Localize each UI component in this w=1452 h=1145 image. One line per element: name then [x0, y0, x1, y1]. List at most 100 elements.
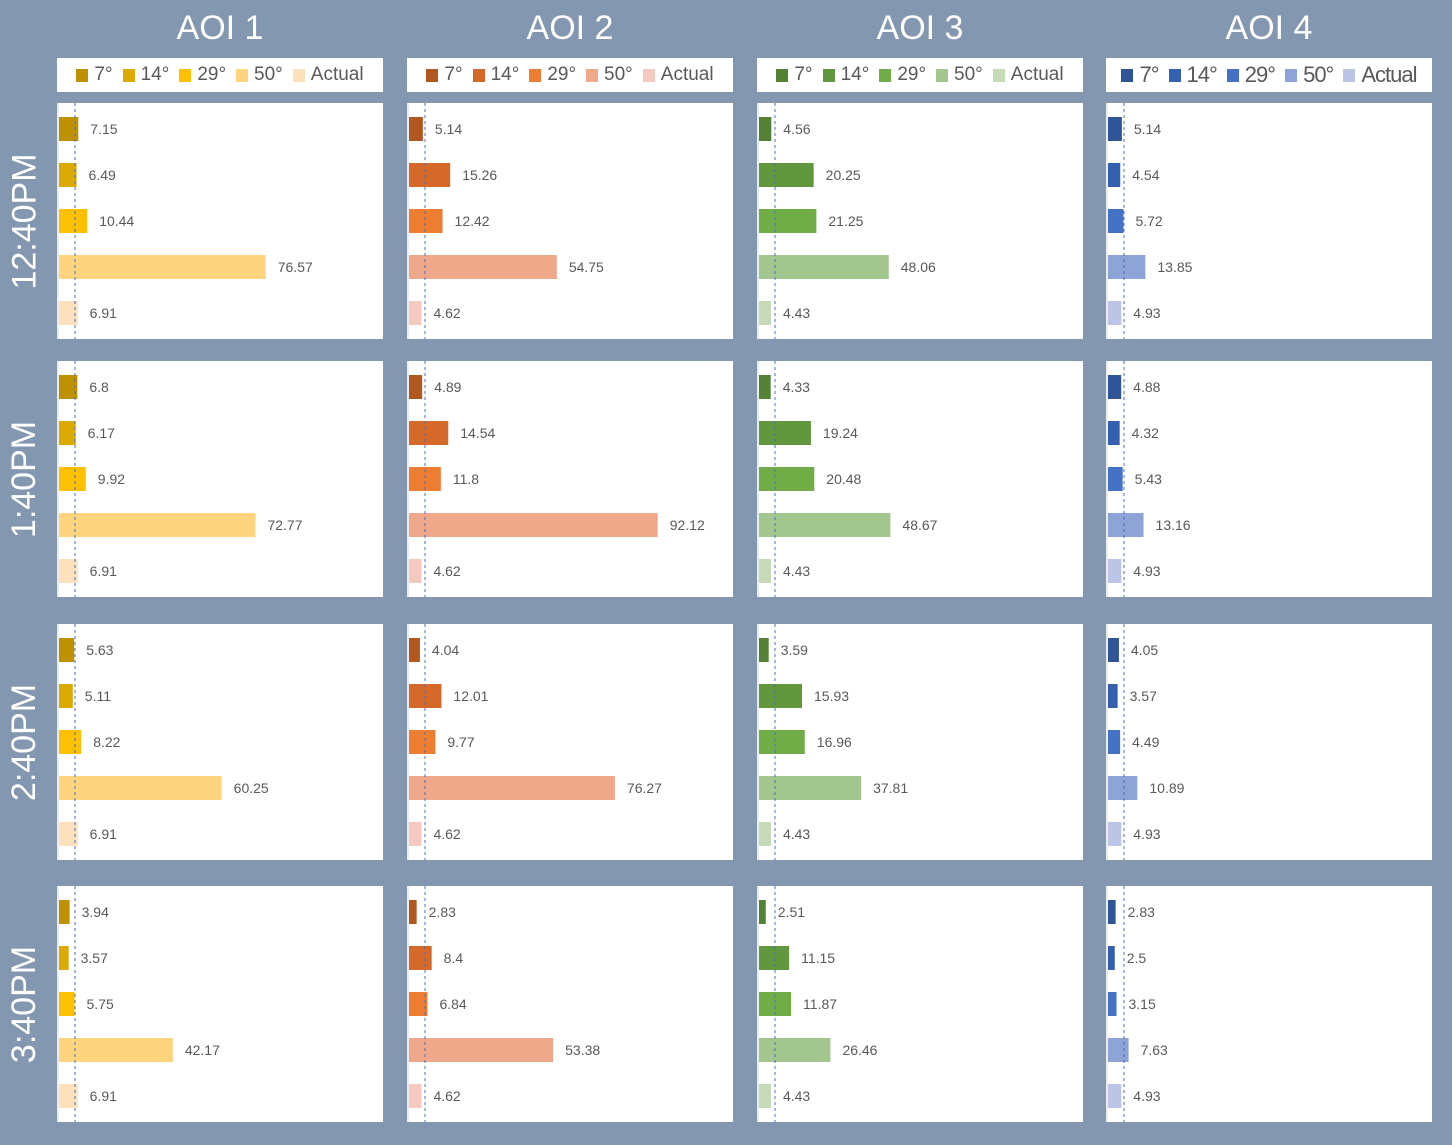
- data-label: 2.83: [429, 904, 456, 920]
- data-label: 5.43: [1135, 471, 1162, 487]
- data-label: 7.15: [90, 121, 117, 137]
- data-label: 72.77: [267, 517, 302, 533]
- data-label: 6.91: [90, 1088, 117, 1104]
- bar: [759, 513, 891, 537]
- data-label: 4.93: [1133, 826, 1160, 842]
- data-label: 20.25: [826, 167, 861, 183]
- legend-item: 14°: [122, 64, 170, 86]
- data-label: 5.14: [1134, 121, 1161, 137]
- bar-chart: 4.04 12.01 9.77 76.27 4.62: [407, 624, 662, 860]
- legend-label: 29°: [547, 64, 577, 85]
- legend-label: 14°: [840, 64, 870, 85]
- bar: [59, 946, 69, 970]
- bar-panel-3-2: 4.04 12.01 9.77 76.27 4.62: [407, 624, 733, 860]
- legend-label: 7°: [794, 64, 813, 85]
- data-label: 3.59: [781, 642, 808, 658]
- legend-label: Actual: [660, 64, 714, 85]
- legend-swatch: [822, 68, 835, 82]
- bar: [409, 375, 423, 399]
- data-label: 4.43: [783, 305, 810, 321]
- row-title-text: 1:40PM: [5, 420, 44, 538]
- legend-swatch: [776, 68, 789, 82]
- data-label: 4.88: [1133, 379, 1160, 395]
- data-label: 15.26: [462, 167, 497, 183]
- legend-item: 50°: [586, 64, 633, 86]
- data-label: 92.12: [670, 517, 705, 533]
- legend-aoi-1: 7° 14° 29° 50° Actual: [57, 58, 383, 92]
- legend-swatch: [1226, 68, 1239, 82]
- bar-panel-1-2: 5.14 15.26 12.42 54.75 4.62: [407, 103, 733, 339]
- legend-item: 14°: [472, 64, 520, 86]
- legend-item: 14°: [822, 64, 870, 86]
- bar-panel-1-1: 7.15 6.49 10.44 76.57 6.91: [57, 103, 383, 339]
- bar: [59, 638, 75, 662]
- data-label: 15.93: [814, 688, 849, 704]
- bar: [759, 421, 811, 445]
- bar: [409, 559, 422, 583]
- bar-panel-3-1: 5.63 5.11 8.22 60.25 6.91: [57, 624, 383, 860]
- data-label: 5.11: [85, 688, 111, 704]
- legend-label: 7°: [444, 64, 463, 85]
- bar: [1108, 946, 1115, 970]
- data-label: 16.96: [817, 734, 852, 750]
- data-label: 4.56: [783, 121, 810, 137]
- legend-item: 7°: [1121, 62, 1160, 88]
- bar-panel-4-4: 2.83 2.5 3.15 7.63 4.93: [1106, 886, 1432, 1122]
- bar-panel-2-1: 6.8 6.17 9.92 72.77 6.91: [57, 361, 383, 597]
- legend-item: 7°: [76, 64, 113, 86]
- bar: [59, 467, 86, 491]
- data-label: 54.75: [569, 259, 604, 275]
- bar: [1108, 730, 1121, 754]
- bar: [1108, 375, 1122, 399]
- bar-chart: 4.56 20.25 21.25 48.06 4.43: [757, 103, 936, 339]
- bar: [759, 255, 889, 279]
- data-label: 13.16: [1156, 517, 1191, 533]
- data-label: 4.93: [1133, 563, 1160, 579]
- bar-chart: 6.8 6.17 9.92 72.77 6.91: [57, 361, 303, 597]
- bar: [409, 638, 420, 662]
- data-label: 76.57: [278, 259, 313, 275]
- bar: [409, 776, 615, 800]
- bar: [1108, 209, 1124, 233]
- data-label: 12.42: [455, 213, 490, 229]
- bar: [59, 730, 82, 754]
- legend-swatch: [529, 68, 542, 82]
- legend-swatch: [292, 68, 305, 82]
- data-label: 4.33: [783, 379, 810, 395]
- bar-panel-2-4: 4.88 4.32 5.43 13.16 4.93: [1106, 361, 1432, 597]
- bar: [409, 209, 443, 233]
- data-label: 9.77: [447, 734, 474, 750]
- bar: [759, 301, 771, 325]
- legend-aoi-4: 7° 14° 29° 50° Actual: [1106, 58, 1432, 92]
- bar: [1108, 1084, 1122, 1108]
- data-label: 8.22: [93, 734, 120, 750]
- bar: [409, 1084, 422, 1108]
- bar-chart: 3.94 3.57 5.75 42.17 6.91: [57, 886, 220, 1122]
- legend-swatch: [236, 68, 249, 82]
- data-label: 6.91: [90, 305, 117, 321]
- data-label: 76.27: [627, 780, 662, 796]
- row-title-1: 12:40PM: [0, 103, 50, 339]
- data-label: 48.67: [902, 517, 937, 533]
- bar: [1108, 776, 1138, 800]
- legend-label: 29°: [197, 64, 227, 85]
- legend-label: 14°: [490, 64, 520, 85]
- legend-swatch: [1343, 68, 1356, 82]
- legend-aoi-3: 7° 14° 29° 50° Actual: [757, 58, 1083, 92]
- bar: [759, 1038, 831, 1062]
- legend-item: Actual: [1343, 62, 1418, 88]
- legend-swatch: [426, 68, 439, 82]
- bar-chart: 4.89 14.54 11.8 92.12 4.62: [407, 361, 705, 597]
- data-label: 26.46: [842, 1042, 877, 1058]
- bar: [59, 209, 88, 233]
- bar: [1108, 559, 1122, 583]
- data-label: 5.75: [87, 996, 114, 1012]
- data-label: 4.93: [1133, 1088, 1160, 1104]
- bar: [759, 375, 771, 399]
- legend-label: 14°: [140, 64, 170, 85]
- bar-panel-3-4: 4.05 3.57 4.49 10.89 4.93: [1106, 624, 1432, 860]
- data-label: 4.43: [783, 1088, 810, 1104]
- data-label: 8.4: [444, 950, 464, 966]
- legend-item: 50°: [236, 64, 283, 86]
- data-label: 2.51: [778, 904, 805, 920]
